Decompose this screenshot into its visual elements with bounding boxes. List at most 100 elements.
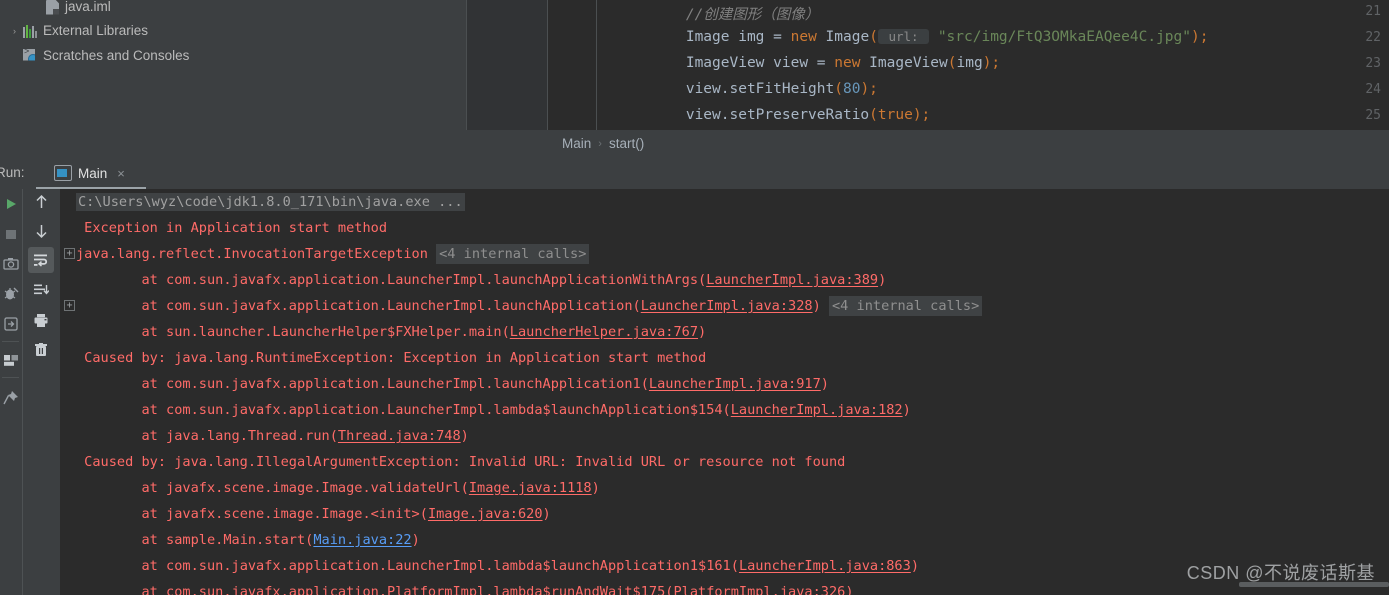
pin-icon xyxy=(3,391,18,405)
external-libraries-icon xyxy=(23,24,37,38)
close-icon[interactable]: × xyxy=(117,167,125,180)
code-token: Image img = xyxy=(616,29,791,45)
code-line[interactable]: ImageView view = new ImageView(img); xyxy=(616,55,1000,71)
console-output[interactable]: C:\Users\wyz\code\jdk1.8.0_171\bin\java.… xyxy=(60,189,1389,595)
code-line[interactable]: view.setPreserveRatio(true); xyxy=(616,107,930,123)
rerun-button[interactable] xyxy=(0,191,24,217)
code-token: ); xyxy=(912,107,931,123)
code-line[interactable]: //创建图形（图像） xyxy=(616,3,819,24)
breadcrumb-method[interactable]: start() xyxy=(609,136,644,151)
editor-left-border xyxy=(466,0,467,130)
breadcrumb: Main › start() xyxy=(466,130,1389,157)
console-text: ) xyxy=(411,532,420,548)
stacktrace-link[interactable]: PlatformImpl.java:326 xyxy=(673,584,845,595)
code-token: "src/img/FtQ3OMkaEAQee4C.jpg" xyxy=(929,29,1191,45)
code-token: ( xyxy=(834,81,843,97)
line-number: 23 xyxy=(1365,56,1381,71)
code-line[interactable]: Image img = new Image( url: "src/img/FtQ… xyxy=(616,29,1208,45)
code-token: ( xyxy=(947,55,957,71)
console-text: at com.sun.javafx.application.LauncherIm… xyxy=(76,298,641,314)
bug-icon xyxy=(4,287,19,300)
layout-button[interactable] xyxy=(0,347,24,373)
scroll-to-end-button[interactable] xyxy=(28,277,54,303)
pin-tab-button[interactable] xyxy=(0,385,24,411)
clear-all-button[interactable] xyxy=(28,337,54,363)
console-text: ) xyxy=(542,506,551,522)
code-token: ImageView xyxy=(860,55,948,71)
dump-threads-button[interactable] xyxy=(0,251,24,277)
trash-icon xyxy=(35,343,47,356)
breadcrumb-class[interactable]: Main xyxy=(562,136,591,151)
stacktrace-link[interactable]: Image.java:1118 xyxy=(469,480,592,496)
code-token: 80 xyxy=(842,81,861,97)
run-tab-main[interactable]: Main × xyxy=(46,157,133,189)
console-line: at com.sun.javafx.application.LauncherIm… xyxy=(76,397,911,423)
code-token: ( xyxy=(869,29,878,45)
down-the-stack-trace-button[interactable] xyxy=(28,218,54,244)
console-text: ) xyxy=(820,376,829,392)
run-tab-label: Main xyxy=(78,165,108,181)
console-line: C:\Users\wyz\code\jdk1.8.0_171\bin\java.… xyxy=(76,189,465,215)
code-token: view.setPreserveRatio xyxy=(616,107,870,123)
tree-item[interactable]: Scratches and Consoles xyxy=(0,45,189,66)
console-text: at javafx.scene.image.Image.validateUrl( xyxy=(76,480,469,496)
arrow-down-icon xyxy=(35,225,47,239)
twisty-icon[interactable]: › xyxy=(8,26,21,36)
stop-button[interactable] xyxy=(0,221,24,247)
line-number: 24 xyxy=(1365,82,1381,97)
console-text: at javafx.scene.image.Image.<init>( xyxy=(76,506,428,522)
console-line: at com.sun.javafx.application.PlatformIm… xyxy=(76,579,853,595)
external-libraries-icon xyxy=(21,23,39,39)
stacktrace-link[interactable]: Main.java:22 xyxy=(313,532,411,548)
ide-window: java.iml › External Libraries Scratches and… xyxy=(0,0,1389,595)
tree-item-label: Scratches and Consoles xyxy=(43,48,190,63)
project-tool-window: java.iml › External Libraries Scratches and… xyxy=(0,0,466,157)
console-line: at javafx.scene.image.Image.validateUrl(… xyxy=(76,475,599,501)
stacktrace-link[interactable]: Thread.java:748 xyxy=(338,428,461,444)
console-text: ) xyxy=(698,324,707,340)
soft-wrap-button[interactable] xyxy=(28,247,54,273)
up-the-stack-trace-button[interactable] xyxy=(28,189,54,215)
attach-profiler-button[interactable] xyxy=(0,281,24,307)
print-button[interactable] xyxy=(28,307,54,333)
console-line: at java.lang.Thread.run(Thread.java:748) xyxy=(76,423,468,449)
scratches-icon xyxy=(23,48,35,61)
gutter-divider-1 xyxy=(547,0,548,130)
arrow-up-icon xyxy=(35,194,47,208)
code-token: ); xyxy=(1191,29,1209,45)
code-token: //创建图形（图像） xyxy=(685,7,820,23)
console-text: ) xyxy=(902,402,911,418)
printer-icon xyxy=(34,313,48,327)
code-token: view.setFitHeight xyxy=(616,81,835,97)
line-number: 21 xyxy=(1365,4,1381,19)
console-text: at sample.Main.start( xyxy=(76,532,314,548)
line-number: 25 xyxy=(1365,108,1381,123)
console-text: at com.sun.javafx.application.PlatformIm… xyxy=(76,584,674,595)
stacktrace-link[interactable]: LauncherImpl.java:328 xyxy=(641,298,813,314)
stacktrace-link[interactable]: Image.java:620 xyxy=(428,506,543,522)
iml-file-icon xyxy=(43,0,61,15)
console-text: Exception in Application start method xyxy=(76,220,387,236)
stacktrace-link[interactable]: LauncherImpl.java:389 xyxy=(706,272,878,288)
stacktrace-link[interactable]: LauncherImpl.java:917 xyxy=(649,376,821,392)
console-line: at sample.Main.start(Main.java:22) xyxy=(76,527,420,553)
console-text: ) xyxy=(910,558,919,574)
code-line[interactable]: view.setFitHeight(80); xyxy=(616,81,878,97)
console-line: Exception in Application start method xyxy=(76,215,387,241)
export-button[interactable] xyxy=(0,311,24,337)
code-token: ); xyxy=(982,55,1001,71)
expand-stacktrace-icon[interactable]: + xyxy=(64,300,75,311)
stacktrace-link[interactable]: LauncherHelper.java:767 xyxy=(510,324,698,340)
stacktrace-link[interactable]: LauncherImpl.java:182 xyxy=(731,402,903,418)
code-token: ( xyxy=(869,107,878,123)
expand-stacktrace-icon[interactable]: + xyxy=(64,248,75,259)
tree-item[interactable]: java.iml xyxy=(0,0,111,17)
tree-item[interactable]: › External Libraries xyxy=(0,20,148,41)
console-line: at com.sun.javafx.application.LauncherIm… xyxy=(76,267,886,293)
stacktrace-link[interactable]: LauncherImpl.java:863 xyxy=(739,558,911,574)
top-area: java.iml › External Libraries Scratches and… xyxy=(0,0,1389,157)
command-line-text: C:\Users\wyz\code\jdk1.8.0_171\bin\java.… xyxy=(76,193,465,211)
code-token: ImageView view = xyxy=(616,55,835,71)
console-line: Caused by: java.lang.IllegalArgumentExce… xyxy=(76,449,845,475)
